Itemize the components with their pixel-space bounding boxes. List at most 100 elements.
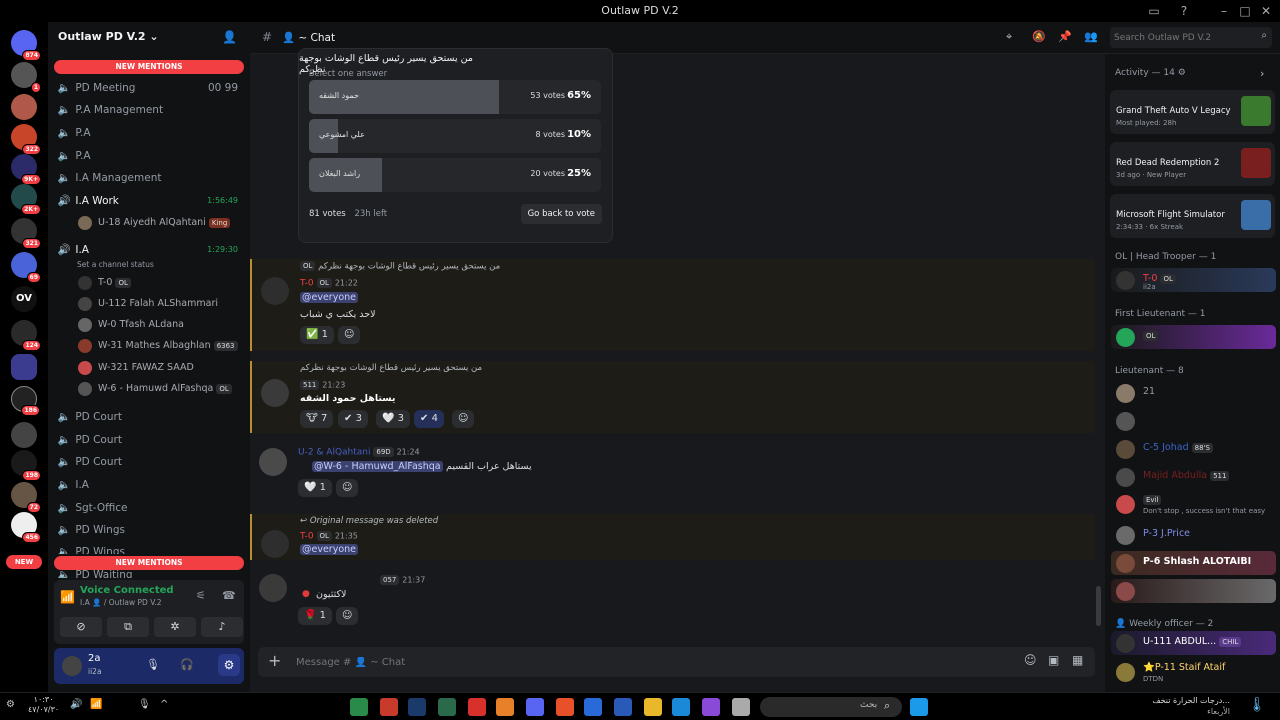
- member-item[interactable]: OL: [1111, 325, 1276, 349]
- server-icon[interactable]: 9K+: [11, 154, 41, 185]
- member-item[interactable]: P-6 Shlash ALOTAIBI: [1111, 551, 1276, 575]
- activity-card[interactable]: Grand Theft Auto V Legacy Most played: 2…: [1110, 90, 1275, 134]
- app-icon[interactable]: [380, 698, 398, 716]
- apps-icon[interactable]: ▦: [1072, 653, 1083, 667]
- reaction[interactable]: 🤍 3: [376, 410, 411, 428]
- member-item[interactable]: T-0 OL ii2a: [1111, 268, 1276, 292]
- poll-option[interactable]: علي امشوعي 8 votes 10%: [309, 119, 601, 153]
- reaction[interactable]: 🤍 1: [298, 479, 333, 497]
- activities-button[interactable]: ✲: [154, 617, 196, 637]
- voice-member[interactable]: W-31 Mathes Albaghlan 6363: [78, 336, 238, 356]
- clock[interactable]: ١٠:٣٠ ٤٧/٠٧/٣٠: [28, 695, 59, 715]
- app-icon[interactable]: [468, 698, 486, 716]
- new-mentions-top[interactable]: NEW MENTIONS: [54, 60, 244, 74]
- new-badge[interactable]: NEW: [6, 555, 42, 569]
- reaction[interactable]: ✔ 3: [338, 410, 368, 428]
- voice-member[interactable]: U-18 Aiyedh AlQahtani King: [78, 213, 231, 233]
- app-icon[interactable]: [732, 698, 750, 716]
- mention[interactable]: @everyone: [300, 544, 359, 555]
- add-reaction-icon[interactable]: ☺: [338, 326, 361, 344]
- server-icon[interactable]: 124: [11, 320, 41, 351]
- speaker-tray-icon[interactable]: 🔊: [70, 699, 82, 710]
- message-author[interactable]: U-2 & AlQahtani 69D 21:24: [298, 447, 420, 458]
- voice-member[interactable]: W-321 FAWAZ SAAD: [78, 358, 194, 378]
- channel-pd-court-3[interactable]: 🔈 PD Court: [56, 452, 246, 472]
- member-item[interactable]: [1111, 579, 1276, 603]
- poll-option[interactable]: حمود الشقه 53 votes 65%: [309, 80, 601, 114]
- activity-header[interactable]: Activity — 14 ⚙: [1115, 68, 1186, 78]
- taskbar-search[interactable]: بحث ⌕: [760, 697, 902, 717]
- message-author[interactable]: T-0 OL 21:22: [300, 278, 358, 289]
- channel-pd-waiting[interactable]: 🔈 PD Waiting: [56, 568, 246, 578]
- channel-ia-management[interactable]: 🔈 I.A Management: [56, 168, 246, 188]
- server-icon[interactable]: 321: [11, 218, 41, 249]
- member-item[interactable]: Evil Don't stop , success isn't that easy: [1111, 492, 1276, 520]
- members-icon[interactable]: 👥: [1084, 30, 1098, 43]
- mute-icon[interactable]: 🔕: [1032, 30, 1046, 43]
- user-name[interactable]: 2a: [88, 653, 101, 664]
- add-attachment-icon[interactable]: +: [268, 651, 281, 670]
- threads-icon[interactable]: ⌖: [1006, 30, 1012, 44]
- chevron-right-icon[interactable]: ›: [1260, 67, 1264, 80]
- user-avatar[interactable]: [62, 656, 82, 676]
- member-item[interactable]: ⭐P-11 Staif Ataif DTDN: [1111, 660, 1276, 688]
- avatar[interactable]: [261, 530, 289, 558]
- voice-member[interactable]: W-6 - Hamuwd AlFashqa OL: [78, 379, 232, 399]
- poll-option[interactable]: راشد البغلان 20 votes 25%: [309, 158, 601, 192]
- disconnect-icon[interactable]: ☎: [222, 589, 236, 602]
- soundboard-button[interactable]: ♪: [201, 617, 243, 637]
- microphone-icon[interactable]: 🎙: [146, 658, 160, 671]
- server-icon[interactable]: 72: [11, 482, 41, 513]
- settings-gear-icon[interactable]: ⚙: [218, 654, 240, 676]
- server-icon[interactable]: 2K+: [11, 184, 41, 215]
- channel-ia-work[interactable]: 🔊 I.A Work 1:56:49: [56, 191, 246, 211]
- edge-icon[interactable]: [672, 698, 690, 716]
- server-icon[interactable]: 198: [11, 450, 41, 481]
- search-input[interactable]: [1114, 30, 1250, 45]
- reply-preview[interactable]: OL من يستحق يسير رئيس قطاع الوشات بوجهة …: [300, 261, 500, 272]
- minimize-icon[interactable]: –: [1216, 3, 1232, 19]
- channel-pd-court[interactable]: 🔈 PD Court: [56, 407, 246, 427]
- channel-pd-court-2[interactable]: 🔈 PD Court: [56, 430, 246, 450]
- brave-icon[interactable]: [556, 698, 574, 716]
- activity-card[interactable]: Microsoft Flight Simulator 2:34:33 · 6x …: [1110, 194, 1275, 238]
- member-item[interactable]: U-111 ABDUL... CHIL: [1111, 631, 1276, 655]
- message-author[interactable]: 511 21:23: [300, 380, 345, 391]
- channel-pa-management[interactable]: 🔈 P.A Management: [56, 100, 246, 120]
- emoji-icon[interactable]: ☺: [1024, 653, 1037, 667]
- server-icon[interactable]: 1: [11, 62, 41, 93]
- sticker-icon[interactable]: ▣: [1048, 653, 1059, 667]
- discord-icon[interactable]: [526, 698, 544, 716]
- outlook-icon[interactable]: [584, 698, 602, 716]
- channel-pa-2[interactable]: 🔈 P.A: [56, 146, 246, 166]
- avatar[interactable]: [259, 448, 287, 476]
- home-button[interactable]: 874: [11, 30, 41, 61]
- member-item[interactable]: [1111, 409, 1276, 433]
- mention[interactable]: @everyone: [300, 292, 359, 303]
- reaction[interactable]: 🌹 1: [298, 607, 333, 625]
- voice-location[interactable]: I.A 👤 / Outlaw PD V.2: [80, 598, 162, 607]
- server-icon[interactable]: [11, 422, 37, 448]
- steam-icon[interactable]: [408, 698, 426, 716]
- channel-pa[interactable]: 🔈 P.A: [56, 123, 246, 143]
- add-reaction-icon[interactable]: ☺: [336, 479, 359, 497]
- reaction[interactable]: ✅ 1: [300, 326, 335, 344]
- server-icon[interactable]: 456: [11, 512, 41, 543]
- server-icon-ov[interactable]: OV: [11, 286, 37, 312]
- copilot-icon[interactable]: [702, 698, 720, 716]
- message-author[interactable]: T-0 OL 21:35: [300, 531, 358, 542]
- avatar[interactable]: [259, 574, 287, 602]
- folder-icon[interactable]: [644, 698, 662, 716]
- reaction[interactable]: ✔ 4: [414, 410, 444, 428]
- close-icon[interactable]: ✕: [1258, 3, 1274, 19]
- channel-status-hint[interactable]: Set a channel status: [77, 260, 154, 269]
- channel-ia-2[interactable]: 🔈 I.A: [56, 475, 246, 495]
- help-icon[interactable]: ?: [1176, 3, 1192, 19]
- noise-suppression-icon[interactable]: ⚟: [196, 589, 206, 602]
- tray-expand-icon[interactable]: ^: [160, 699, 168, 710]
- app-icon[interactable]: [496, 698, 514, 716]
- reply-preview[interactable]: من يستحق يسير رئيس قطاع الوشات بوجهة نظر…: [300, 363, 482, 373]
- mention[interactable]: @W-6 - Hamuwd_AlFashqa: [312, 461, 443, 472]
- server-icon[interactable]: 322: [11, 124, 41, 155]
- screen-share-button[interactable]: ⧉: [107, 617, 149, 637]
